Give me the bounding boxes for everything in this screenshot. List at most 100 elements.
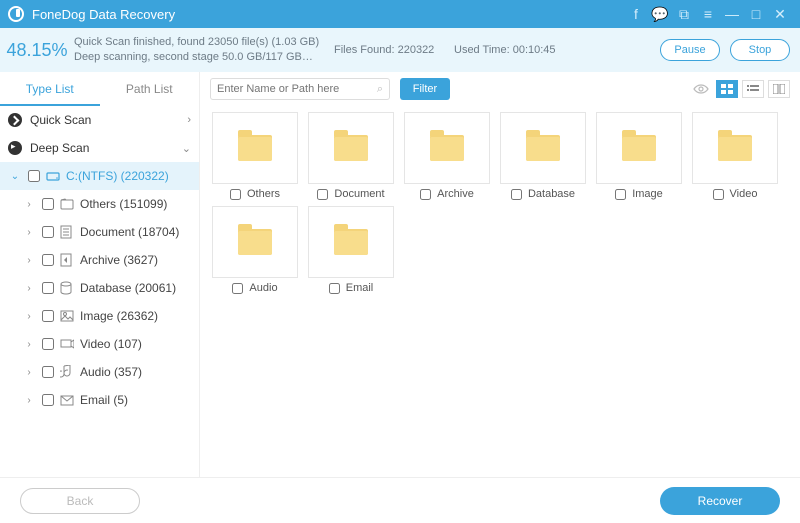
toolbar: ⌕ Filter [200, 72, 800, 106]
grid-item-label: Database [528, 188, 575, 200]
close-icon[interactable]: ✕ [768, 2, 792, 26]
tree: Quick Scan › Deep Scan ⌄ ⌄ C:(NTFS) (220… [0, 106, 199, 477]
tree-item[interactable]: › Email (5) [0, 386, 199, 414]
chevron-right-icon: › [22, 199, 36, 210]
recover-button[interactable]: Recover [660, 487, 780, 515]
grid-item[interactable]: Audio [210, 206, 300, 294]
folder-thumbnail [212, 206, 298, 278]
scan-status-line1: Quick Scan finished, found 23050 file(s)… [74, 35, 334, 50]
sidebar: Type List Path List Quick Scan › Deep Sc… [0, 72, 200, 477]
chevron-right-icon: › [22, 367, 36, 378]
tree-item-label: Email (5) [80, 393, 128, 407]
filter-button[interactable]: Filter [400, 78, 450, 100]
tree-item-checkbox[interactable] [42, 226, 54, 238]
view-list-icon[interactable] [742, 80, 764, 98]
grid-item-checkbox[interactable] [511, 189, 522, 200]
scan-progress-icon [8, 141, 22, 155]
folder-icon [334, 229, 368, 255]
tree-item[interactable]: › Video (107) [0, 330, 199, 358]
grid-item-checkbox[interactable] [317, 189, 328, 200]
maximize-icon[interactable]: □ [744, 2, 768, 26]
tree-drive[interactable]: ⌄ C:(NTFS) (220322) [0, 162, 199, 190]
grid-item-checkbox[interactable] [420, 189, 431, 200]
footer: Back Recover [0, 477, 800, 523]
used-time-value: 00:10:45 [513, 44, 556, 56]
tree-item-label: Archive (3627) [80, 253, 158, 267]
chevron-right-icon: › [187, 114, 191, 126]
search-icon: ⌕ [377, 83, 383, 96]
category-icon [60, 338, 76, 350]
used-time-label: Used Time: [454, 44, 510, 56]
feedback-icon[interactable]: 💬 [648, 2, 672, 26]
grid-item-label: Video [730, 188, 758, 200]
folder-icon [430, 135, 464, 161]
tree-item[interactable]: ›Database (20061) [0, 274, 199, 302]
titlebar: FoneDog Data Recovery f 💬 ⧉ ≡ — □ ✕ [0, 0, 800, 28]
grid-item-checkbox[interactable] [329, 283, 340, 294]
chevron-right-icon: › [22, 395, 36, 406]
pause-button[interactable]: Pause [660, 39, 720, 61]
grid-item-checkbox[interactable] [232, 283, 243, 294]
view-detail-icon[interactable] [768, 80, 790, 98]
grid-item[interactable]: Others [210, 112, 300, 200]
stop-button[interactable]: Stop [730, 39, 790, 61]
category-icon [60, 365, 76, 379]
tree-item-checkbox[interactable] [42, 338, 54, 350]
menu-icon[interactable]: ≡ [696, 2, 720, 26]
grid-item[interactable]: Document [306, 112, 396, 200]
tab-path-list[interactable]: Path List [100, 72, 200, 106]
chevron-right-icon: › [22, 311, 36, 322]
facebook-icon[interactable]: f [624, 2, 648, 26]
grid-item-label: Image [632, 188, 663, 200]
chevron-down-icon: ⌄ [182, 142, 191, 155]
folder-icon [334, 135, 368, 161]
tree-deep-scan[interactable]: Deep Scan ⌄ [0, 134, 199, 162]
drive-checkbox[interactable] [28, 170, 40, 182]
grid-item[interactable]: Video [690, 112, 780, 200]
search-input[interactable] [217, 83, 377, 95]
tree-item[interactable]: ›Others (151099) [0, 190, 199, 218]
grid-item-checkbox[interactable] [230, 189, 241, 200]
category-icon [60, 198, 76, 210]
chevron-right-icon: › [22, 283, 36, 294]
folder-icon [238, 135, 272, 161]
check-circle-icon [8, 113, 22, 127]
tree-item-checkbox[interactable] [42, 198, 54, 210]
tree-item[interactable]: ›Image (26362) [0, 302, 199, 330]
category-icon [60, 310, 76, 322]
grid-item[interactable]: Database [498, 112, 588, 200]
tree-item-checkbox[interactable] [42, 310, 54, 322]
tree-item-label: Video (107) [80, 337, 142, 351]
tree-item-label: Audio (357) [80, 365, 142, 379]
chevron-right-icon: › [22, 339, 36, 350]
screenshot-icon[interactable]: ⧉ [672, 2, 696, 26]
grid-item[interactable]: Archive [402, 112, 492, 200]
chevron-down-icon: ⌄ [8, 171, 22, 182]
drive-icon [46, 170, 62, 182]
tree-item-checkbox[interactable] [42, 366, 54, 378]
grid-item-checkbox[interactable] [713, 189, 724, 200]
files-found-value: 220322 [398, 44, 435, 56]
grid-item-checkbox[interactable] [615, 189, 626, 200]
view-grid-icon[interactable] [716, 80, 738, 98]
tree-quick-scan[interactable]: Quick Scan › [0, 106, 199, 134]
tree-item[interactable]: › Audio (357) [0, 358, 199, 386]
grid-item[interactable]: Email [306, 206, 396, 294]
tab-type-list[interactable]: Type List [0, 72, 100, 106]
tree-item[interactable]: ›Document (18704) [0, 218, 199, 246]
preview-icon[interactable] [690, 80, 712, 98]
search-box[interactable]: ⌕ [210, 78, 390, 100]
app-logo-icon [8, 6, 24, 22]
chevron-right-icon: › [22, 227, 36, 238]
tree-item-checkbox[interactable] [42, 394, 54, 406]
grid-item-label: Others [247, 188, 280, 200]
tree-item[interactable]: ›Archive (3627) [0, 246, 199, 274]
tree-item-checkbox[interactable] [42, 282, 54, 294]
category-icon [60, 281, 76, 295]
category-icon [60, 225, 76, 239]
folder-icon [526, 135, 560, 161]
minimize-icon[interactable]: — [720, 2, 744, 26]
back-button[interactable]: Back [20, 488, 140, 514]
grid-item[interactable]: Image [594, 112, 684, 200]
tree-item-checkbox[interactable] [42, 254, 54, 266]
